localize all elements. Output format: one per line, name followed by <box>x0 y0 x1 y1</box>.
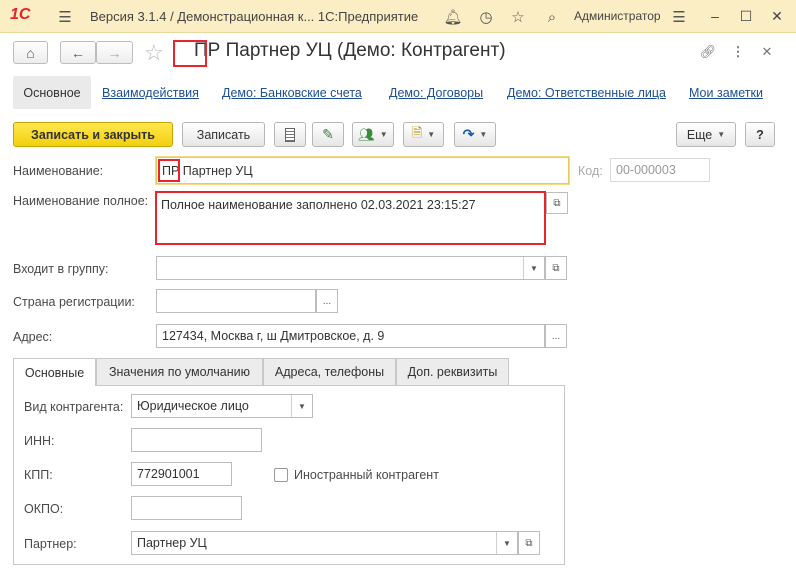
more-vertical-icon[interactable]: ⋮ <box>727 41 749 63</box>
type-label: Вид контрагента: <box>24 400 124 414</box>
link-icon[interactable]: 🔗︎ <box>697 41 719 63</box>
close-form-icon[interactable]: ✕ <box>756 41 778 63</box>
country-input[interactable] <box>156 289 316 313</box>
more-label: Еще <box>686 127 713 142</box>
tab-defaults[interactable]: Значения по умолчанию <box>96 358 263 385</box>
user-name[interactable]: Администратор <box>574 9 661 23</box>
history-icon[interactable]: ◷ <box>475 6 497 28</box>
name-input[interactable]: ПР Партнер УЦ <box>156 157 569 184</box>
form-title-text: Партнер УЦ (Демо: Контрагент) <box>220 40 506 61</box>
fullname-open-button[interactable]: ⧉ <box>546 192 568 214</box>
inn-label: ИНН: <box>24 434 55 448</box>
kpp-label: КПП: <box>24 468 53 482</box>
code-input: 00-000003 <box>610 158 710 182</box>
country-select-button[interactable]: ... <box>316 289 338 313</box>
group-label: Входит в группу: <box>13 262 109 276</box>
type-select[interactable]: Юридическое лицо <box>131 394 313 418</box>
name-value: Партнер УЦ <box>179 164 253 178</box>
users-add-icon: 👥︎ <box>358 126 375 142</box>
tab-main[interactable]: Основное <box>13 76 91 109</box>
type-dropdown-icon[interactable]: ▼ <box>291 395 312 417</box>
name-prefix-highlight <box>158 159 180 182</box>
okpo-label: ОКПО: <box>24 502 64 516</box>
print-icon: 🗎︎ <box>411 124 423 140</box>
search-icon[interactable]: ⌕ <box>541 6 563 28</box>
close-window-icon[interactable]: ✕ <box>765 5 789 27</box>
address-label: Адрес: <box>13 330 53 344</box>
partner-dropdown-icon[interactable]: ▼ <box>496 532 517 554</box>
tab-extra[interactable]: Доп. реквизиты <box>396 358 509 385</box>
fullname-highlight <box>155 191 546 245</box>
home-button[interactable]: ⌂ <box>13 41 48 64</box>
save-button[interactable]: Записать <box>182 122 265 147</box>
window-title: Версия 3.1.4 / Демонстрационная к... 1С:… <box>90 9 419 24</box>
group-dropdown-icon[interactable]: ▼ <box>523 257 544 279</box>
favorites-icon[interactable]: ☆ <box>507 6 529 28</box>
partner-label: Партнер: <box>24 537 77 551</box>
go-button[interactable]: ↷ ▼ <box>454 122 496 147</box>
more-button[interactable]: Еще ▼ <box>676 122 736 147</box>
partner-input[interactable]: Партнер УЦ <box>131 531 518 555</box>
kpp-input[interactable]: 772901001 <box>131 462 232 486</box>
report-button[interactable] <box>274 122 306 147</box>
app-logo[interactable]: 1С <box>10 6 30 24</box>
menu-icon[interactable]: ☰ <box>54 6 76 28</box>
inn-input[interactable] <box>131 428 262 452</box>
tab-addresses[interactable]: Адреса, телефоны <box>263 358 396 385</box>
settings-menu-icon[interactable]: ☰ <box>668 6 690 28</box>
forward-button[interactable]: → <box>96 41 133 64</box>
notifications-icon[interactable]: 🔔︎ <box>442 6 464 28</box>
link-responsible[interactable]: Демо: Ответственные лица <box>507 86 666 100</box>
code-label: Код: <box>578 164 603 178</box>
address-select-button[interactable]: ... <box>545 324 567 348</box>
tab-basic[interactable]: Основные <box>13 358 96 386</box>
foreign-checkbox[interactable] <box>274 468 288 482</box>
report-icon <box>285 127 295 142</box>
help-button[interactable]: ? <box>745 122 775 147</box>
address-input[interactable]: 127434, Москва г, ш Дмитровское, д. 9 <box>156 324 545 348</box>
document-clock-icon: ✎ <box>322 126 334 142</box>
foreign-label[interactable]: Иностранный контрагент <box>294 468 439 482</box>
minimize-icon[interactable]: – <box>703 5 727 27</box>
link-interactions[interactable]: Взаимодействия <box>102 86 199 100</box>
link-contracts[interactable]: Демо: Договоры <box>389 86 483 100</box>
group-open-button[interactable]: ⧉ <box>545 256 567 280</box>
group-input[interactable] <box>156 256 545 280</box>
maximize-icon[interactable]: ☐ <box>734 5 758 27</box>
form-title: ПР Партнер УЦ (Демо: Контрагент) <box>194 40 506 62</box>
okpo-input[interactable] <box>131 496 242 520</box>
partner-open-button[interactable]: ⧉ <box>518 531 540 555</box>
country-label: Страна регистрации: <box>13 295 135 309</box>
back-button[interactable]: ← <box>60 41 96 64</box>
arrow-go-icon: ↷ <box>462 126 475 142</box>
name-label: Наименование: <box>13 164 104 178</box>
print-button[interactable]: 🗎︎ ▼ <box>403 122 444 147</box>
document-button[interactable]: ✎ <box>312 122 344 147</box>
create-based-on-button[interactable]: 👥︎ ▼ <box>352 122 394 147</box>
link-notes[interactable]: Мои заметки <box>689 86 763 100</box>
link-bank-accounts[interactable]: Демо: Банковские счета <box>222 86 362 100</box>
title-prefix-highlight <box>173 40 207 67</box>
favorite-star-icon[interactable]: ☆ <box>144 40 164 66</box>
save-close-button[interactable]: Записать и закрыть <box>13 122 173 147</box>
fullname-label: Наименование полное: <box>13 194 149 208</box>
title-bar: 1С ☰ Версия 3.1.4 / Демонстрационная к..… <box>0 0 796 33</box>
